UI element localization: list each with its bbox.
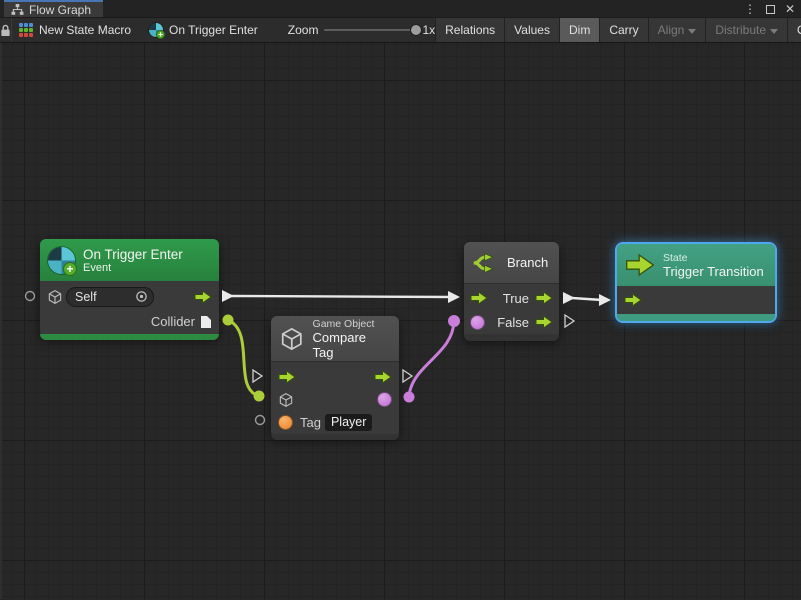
graph-hierarchy-icon [11, 4, 24, 15]
dropdown-caret-icon [770, 29, 778, 34]
node-title: On Trigger Enter [83, 247, 183, 262]
tab-title: Flow Graph [29, 3, 91, 17]
window-close-icon[interactable]: ✕ [785, 3, 795, 15]
node-category: State [663, 252, 764, 264]
value-wire-collider-to-compare-tag[interactable] [223, 315, 265, 402]
collider-output-label: Collider [151, 314, 195, 329]
game-object-cube-icon [47, 289, 63, 305]
node-header: State Trigger Transition [617, 244, 775, 286]
collider-output-port[interactable] [200, 315, 212, 329]
node-category: Game Object [313, 318, 389, 330]
new-state-macro-button[interactable]: New State Macro [13, 18, 137, 42]
tag-input-label: Tag [300, 415, 321, 430]
graph-canvas[interactable]: + On Trigger Enter Event Self [0, 43, 801, 599]
true-output-label: True [503, 291, 529, 306]
flow-graph-tab[interactable]: Flow Graph [4, 0, 103, 17]
flow-wire-branch-to-state[interactable] [563, 292, 611, 306]
bool-output-port[interactable] [377, 392, 392, 407]
relations-button[interactable]: Relations [435, 18, 504, 42]
zoom-slider[interactable] [324, 29, 416, 31]
node-header: + On Trigger Enter Event [40, 239, 219, 281]
node-trigger-transition[interactable]: State Trigger Transition [617, 244, 775, 321]
node-title: Compare Tag [313, 330, 389, 360]
state-transition-arrow-icon [625, 253, 655, 277]
window-controls: ⋮ ✕ [744, 0, 795, 18]
node-header: Game Object Compare Tag [271, 316, 399, 362]
zoom-control: Zoom 1x [288, 18, 435, 42]
unconnected-flow-out-hint[interactable] [403, 370, 412, 382]
flow-input-port[interactable] [624, 293, 642, 307]
flow-input-port[interactable] [278, 370, 296, 384]
distribute-dropdown-button[interactable]: Distribute [705, 18, 787, 42]
event-breadcrumb-button[interactable]: + On Trigger Enter [143, 18, 264, 42]
unconnected-object-port-hint[interactable] [26, 292, 35, 301]
lock-button[interactable] [0, 18, 12, 42]
node-header: Branch [464, 242, 559, 284]
self-field-value: Self [75, 290, 97, 304]
false-output-label: False [497, 315, 529, 330]
flow-output-port[interactable] [374, 370, 392, 384]
branch-icon [472, 251, 499, 275]
event-pie-icon: + [149, 23, 163, 37]
lock-icon [0, 24, 11, 37]
bool-wire-compare-tag-to-branch[interactable] [404, 315, 461, 403]
tab-strip: Flow Graph ⋮ ✕ [0, 0, 801, 18]
toolbar-right-group: Relations Values Dim Carry Align Distrib… [435, 18, 801, 42]
macro-grid-icon [19, 23, 33, 37]
tag-value-field[interactable]: Player [325, 414, 372, 431]
node-footer [617, 314, 775, 321]
node-on-trigger-enter[interactable]: + On Trigger Enter Event Self [40, 239, 219, 337]
node-footer [40, 334, 219, 340]
node-category: Event [83, 262, 183, 274]
dim-button[interactable]: Dim [559, 18, 599, 42]
node-compare-tag[interactable]: Game Object Compare Tag [271, 316, 399, 437]
flow-input-port[interactable] [470, 291, 488, 305]
dropdown-caret-icon [688, 29, 696, 34]
node-title: Branch [507, 255, 548, 270]
flow-output-port[interactable] [194, 290, 212, 304]
zoom-slider-handle[interactable] [410, 24, 422, 36]
overview-button[interactable]: Overview [787, 18, 801, 42]
zoom-label: Zoom [288, 23, 319, 37]
window-maximize-icon[interactable] [766, 5, 775, 14]
zoom-value: 1x [422, 23, 435, 37]
false-flow-output-port[interactable] [535, 315, 553, 329]
graph-toolbar: New State Macro + On Trigger Enter Zoom … [0, 18, 801, 43]
align-dropdown-button[interactable]: Align [648, 18, 706, 42]
game-object-input-port[interactable] [278, 392, 294, 408]
carry-button[interactable]: Carry [599, 18, 647, 42]
window-menu-icon[interactable]: ⋮ [744, 3, 756, 15]
values-button[interactable]: Values [504, 18, 559, 42]
node-footer [464, 334, 559, 341]
node-title: Trigger Transition [663, 264, 764, 279]
condition-bool-input-port[interactable] [470, 315, 485, 330]
node-branch[interactable]: Branch True False [464, 242, 559, 339]
node-footer [271, 434, 399, 440]
flow-graph-window: Flow Graph ⋮ ✕ New State Macro + On Trig [0, 0, 801, 600]
event-pie-icon: + [48, 247, 75, 274]
unconnected-tag-port-hint[interactable] [256, 416, 265, 425]
unconnected-false-flow-hint[interactable] [565, 315, 574, 327]
self-object-field[interactable]: Self [66, 287, 154, 307]
unconnected-flow-in-hint[interactable] [253, 370, 262, 382]
object-picker-target-icon[interactable] [135, 290, 148, 303]
tag-string-input-port[interactable] [278, 415, 293, 430]
event-breadcrumb-label: On Trigger Enter [169, 23, 258, 37]
game-object-cube-icon [279, 326, 305, 352]
true-flow-output-port[interactable] [535, 291, 553, 305]
flow-wire-event-to-branch[interactable] [222, 290, 460, 303]
new-state-macro-label: New State Macro [39, 23, 131, 37]
